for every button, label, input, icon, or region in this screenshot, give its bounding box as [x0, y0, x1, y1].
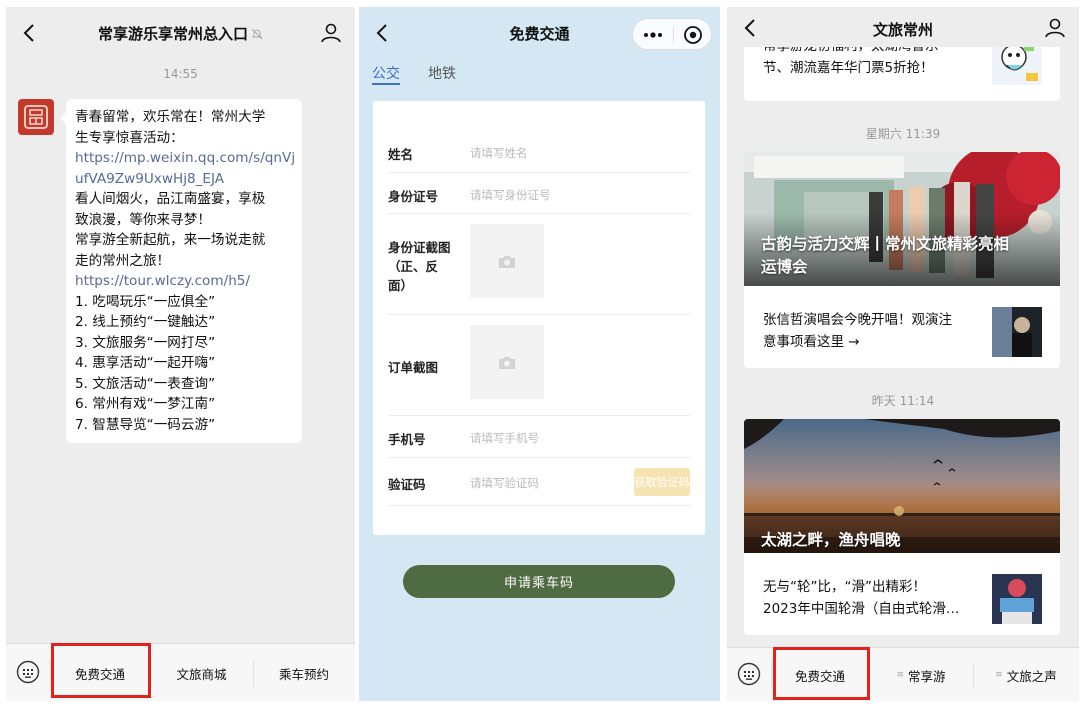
menu-list-icon: ≡	[995, 670, 1003, 680]
target-icon[interactable]	[683, 25, 703, 45]
phone-input[interactable]: 请填写手机号	[470, 430, 539, 446]
article-card[interactable]: 古韵与活力交辉丨常州文旅精彩亮相 运博会 张信哲演唱会今晚开唱！观演注 意事项看…	[744, 152, 1060, 368]
message-link[interactable]: https://mp.weixin.qq.com/s/qnVj	[75, 148, 295, 169]
menu-item-changxiangyou[interactable]: ≡ 常享游	[869, 648, 973, 701]
article-title: 张信哲演唱会今晚开唱！观演注 意事项看这里 →	[763, 310, 952, 353]
id-number-input[interactable]: 请填写身份证号	[470, 187, 551, 203]
menu-list-icon: ≡	[896, 670, 905, 680]
phone-row: 手机号 请填写手机号	[388, 416, 690, 458]
message-line: 7. 智慧导览“一码云游”	[75, 416, 216, 433]
seal-logo-icon	[24, 105, 48, 129]
message-line: 生专享惊喜活动：	[75, 129, 184, 146]
highlight-box	[51, 643, 151, 698]
capsule-divider	[673, 27, 674, 43]
get-code-button[interactable]: 获取验证码	[634, 468, 690, 496]
keyboard-icon[interactable]	[16, 660, 40, 684]
message-line: 3. 文旅服务“一网打尽”	[75, 334, 216, 351]
code-input[interactable]: 请填写验证码	[470, 475, 539, 491]
article-title-line: 节、潮流嘉年华门票5折抢！	[763, 59, 934, 76]
name-row: 姓名 请填写姓名	[388, 131, 690, 173]
transit-top-bar: 免费交通	[359, 7, 720, 61]
skating-photo	[992, 574, 1042, 624]
highlight-box	[773, 647, 870, 700]
order-photo-upload[interactable]	[470, 325, 544, 399]
concert-photo	[992, 307, 1042, 357]
id-photo-upload[interactable]	[470, 224, 544, 298]
keyboard-icon[interactable]	[737, 662, 761, 686]
tab-bus[interactable]: 公交	[372, 63, 400, 83]
name-input[interactable]: 请填写姓名	[470, 145, 528, 161]
application-form: 姓名 请填写姓名 身份证号 请填写身份证号 身份证截图 （正、反 面） 订单截图…	[373, 101, 705, 535]
article-title-line: 张信哲演唱会今晚开唱！观演注	[763, 312, 952, 328]
message-line: 青春留常，欢乐常在！常州大学	[75, 109, 266, 125]
article-thumbnail	[992, 574, 1042, 624]
message-line: 2. 线上预约“一键触达”	[75, 314, 216, 330]
menu-item-tourism-voice[interactable]: ≡ 文旅之声	[973, 648, 1079, 701]
transit-panel: 免费交通 公交 地铁 姓名 请填写姓名 身份证号 请填写身份证号 身份证截图 （…	[359, 7, 720, 701]
person-icon[interactable]	[319, 21, 343, 45]
more-dots-icon[interactable]	[641, 27, 665, 43]
phone-label: 手机号	[388, 432, 426, 447]
chat-title: 常享游乐享常州总入口	[6, 23, 355, 44]
menu-item-tourism-mall[interactable]: 文旅商城	[150, 644, 253, 701]
mini-program-capsule	[632, 18, 712, 50]
hero-title: 太湖之畔，渔舟唱晚	[761, 531, 901, 549]
message-line: 走的常州之旅！	[75, 252, 171, 269]
chat-panel: 常享游乐享常州总入口 14:55 青春留常，欢乐常在！常州大学 生专享惊喜活动：…	[6, 7, 355, 701]
camera-icon	[499, 255, 515, 268]
message-line: 6. 常州有戏“一梦江南”	[75, 396, 216, 412]
id-photo-row: 身份证截图 （正、反 面）	[388, 214, 690, 315]
tab-underline	[372, 83, 400, 85]
mute-bell-icon	[251, 28, 263, 40]
id-photo-label: 身份证截图 （正、反 面）	[388, 238, 451, 295]
timestamp: 昨天 11:14	[871, 394, 935, 408]
id-photo-label-line: 身份证截图	[388, 240, 451, 255]
article-thumbnail	[992, 307, 1042, 357]
message-line: 5. 文旅活动“一表查询”	[75, 375, 216, 392]
account-panel: 文旅常州 常享游龙初福利，太湖湾音乐 节、潮流嘉年华门票5折抢！ 星期六 11:…	[727, 7, 1079, 701]
apply-ride-code-button[interactable]: 申请乘车码	[403, 565, 675, 598]
menu-item-ride-booking[interactable]: 乘车预约	[253, 644, 355, 701]
message-line: 1. 吃喝玩乐“一应俱全”	[75, 293, 216, 310]
id-photo-label-line: 面）	[388, 278, 414, 293]
hero-title-line: 古韵与活力交辉丨常州文旅精彩亮相	[761, 235, 1010, 253]
name-label: 姓名	[388, 147, 414, 162]
menu-item-label: 文旅之声	[1006, 668, 1057, 684]
article-title-line: 2023年中国轮滑（自由式轮滑…	[763, 600, 960, 617]
person-icon[interactable]	[1043, 16, 1067, 40]
order-photo-label: 订单截图	[388, 360, 439, 375]
camera-icon	[499, 356, 515, 369]
tab-metro[interactable]: 地铁	[428, 63, 456, 83]
message-line: 致浪漫，等你来寻梦！	[75, 211, 211, 228]
article-card[interactable]: 太湖之畔，渔舟唱晚 无与“轮”比，“滑”出精彩！ 2023年中国轮滑（自由式轮滑…	[744, 419, 1060, 635]
id-photo-label-line: （正、反	[388, 259, 439, 274]
message-line: 4. 惠享活动“一起开嗨”	[75, 355, 216, 371]
account-top-bar: 文旅常州	[727, 7, 1079, 47]
message-link[interactable]: https://tour.wlczy.com/h5/	[75, 271, 292, 292]
message-bubble: 青春留常，欢乐常在！常州大学 生专享惊喜活动： https://mp.weixi…	[60, 99, 302, 443]
avatar[interactable]	[18, 99, 54, 135]
hero-title: 古韵与活力交辉丨常州文旅精彩亮相 运博会	[761, 233, 1009, 279]
message-line: 常享游全新起航，来一场说走就	[75, 232, 266, 248]
chat-timestamp: 14:55	[163, 67, 198, 81]
code-label: 验证码	[388, 477, 426, 492]
article-title-line: 意事项看这里 →	[763, 333, 860, 350]
id-number-label: 身份证号	[388, 189, 439, 204]
message-line: 看人间烟火，品江南盛宴，享极	[75, 191, 266, 207]
article-title-line: 无与“轮”比，“滑”出精彩！	[763, 579, 926, 595]
timestamp: 星期六 11:39	[865, 127, 941, 141]
account-title: 文旅常州	[872, 21, 933, 39]
id-row: 身份证号 请填写身份证号	[388, 173, 690, 214]
message-link[interactable]: ufVA9Zw9UxwHj8_EJA	[75, 169, 292, 190]
code-row: 验证码 请填写验证码 获取验证码	[388, 458, 690, 506]
hero-title-line: 运博会	[761, 258, 808, 276]
article-title: 无与“轮”比，“滑”出精彩！ 2023年中国轮滑（自由式轮滑…	[763, 577, 959, 620]
menu-item-label: 常享游	[908, 668, 946, 684]
order-photo-row: 订单截图	[388, 315, 690, 416]
chat-top-bar: 常享游乐享常州总入口	[6, 7, 355, 61]
